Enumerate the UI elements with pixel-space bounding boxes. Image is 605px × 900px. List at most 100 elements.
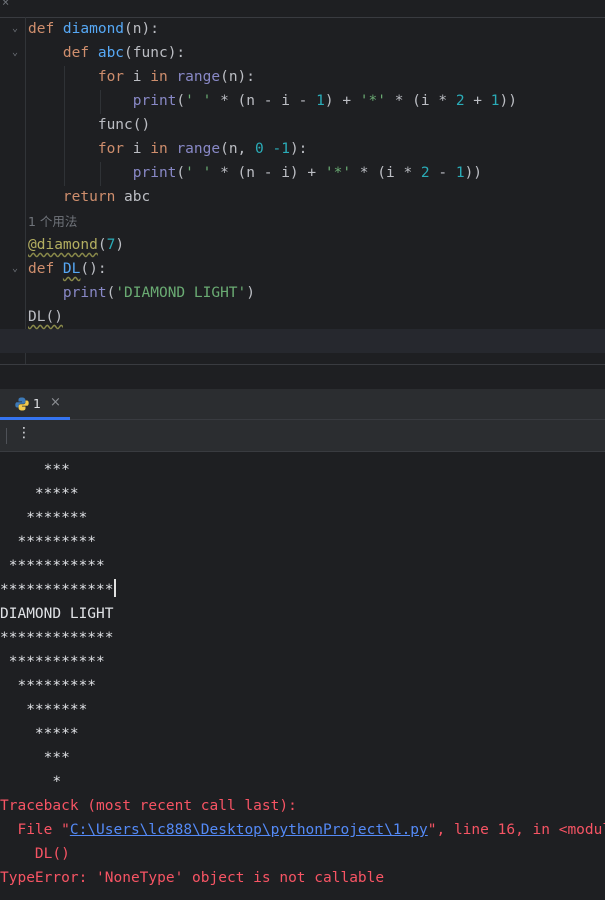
code-line-print[interactable]: print('DIAMOND LIGHT') <box>28 281 255 305</box>
code-token: 1 <box>455 165 465 181</box>
traceback-header: Traceback (most recent call last): <box>0 798 297 814</box>
code-token: range <box>176 69 221 85</box>
code-line[interactable]: print(' ' * (n - i) + '*' * (i * 2 - 1)) <box>28 161 482 185</box>
file-path-link[interactable]: C:\Users\lc888\Desktop\pythonProject\1.p… <box>70 822 428 838</box>
code-token: ( <box>176 93 186 109</box>
code-token: i <box>132 69 151 85</box>
more-options-icon[interactable]: ⋮ <box>17 425 31 441</box>
code-token: )) <box>499 93 517 109</box>
code-token: for <box>97 69 133 85</box>
code-token: (n, <box>220 141 256 157</box>
code-line[interactable]: func() <box>28 113 150 137</box>
tab-label: 1 <box>33 396 41 411</box>
code-token: in <box>150 69 177 85</box>
code-token: range <box>176 141 221 157</box>
code-token: abc <box>97 45 125 61</box>
code-token: print <box>132 93 177 109</box>
code-token: - <box>438 165 456 181</box>
output-line: ***** <box>0 726 79 742</box>
run-tabbar: 1 × <box>0 389 605 420</box>
code-line[interactable]: print(' ' * (n - i - 1) + '*' * (i * 2 +… <box>28 89 517 113</box>
editor-top-border: × <box>0 0 605 18</box>
code-line[interactable]: return abc <box>28 185 150 209</box>
code-line-def-dl[interactable]: def DL(): <box>28 257 107 281</box>
code-token: def <box>28 21 63 37</box>
fold-chevron-icon[interactable]: ⌄ <box>12 48 22 58</box>
output-line: ********* <box>0 534 97 550</box>
code-token: * (i * <box>394 93 456 109</box>
code-token: 2 <box>420 165 430 181</box>
code-token: ( <box>97 237 107 253</box>
code-line-decorator[interactable]: @diamond(7) <box>28 233 124 257</box>
output-line: ************* <box>0 578 116 602</box>
output-line: ***** <box>0 486 79 502</box>
code-token: + <box>473 93 491 109</box>
panel-splitter[interactable] <box>0 364 605 390</box>
traceback-code: DL() <box>0 846 70 862</box>
output-line: ********* <box>0 678 97 694</box>
usage-hint[interactable]: 1 个用法 <box>28 212 77 232</box>
code-token: abc <box>124 189 151 205</box>
code-token: @diamond <box>28 237 98 253</box>
fold-chevron-icon[interactable]: ⌄ <box>12 24 22 34</box>
code-token: 2 <box>455 93 465 109</box>
code-token: (n): <box>124 21 159 37</box>
output-line: DIAMOND LIGHT <box>0 606 114 622</box>
code-token: (func): <box>124 45 186 61</box>
output-line: *** <box>0 750 70 766</box>
text-caret <box>113 579 116 597</box>
run-panel: 1 × ⋮ *** ***** ******* ********* ******… <box>0 389 605 900</box>
gutter-divider <box>25 17 26 364</box>
python-icon <box>15 397 29 411</box>
code-line-call[interactable]: DL() <box>28 305 63 329</box>
code-token: def <box>28 261 63 277</box>
code-token: ( <box>106 285 116 301</box>
code-token: def <box>62 45 98 61</box>
code-token: )) <box>464 165 483 181</box>
run-toolbar: ⋮ <box>0 420 605 452</box>
code-editor[interactable]: × ⌄ ⌄ ⌄ def diamond(n): def abc(func): f… <box>0 0 605 364</box>
tab-close-icon[interactable]: × <box>50 395 61 410</box>
code-token: '*' <box>324 165 352 181</box>
code-token: 'DIAMOND LIGHT' <box>115 285 247 301</box>
code-token: in <box>150 141 177 157</box>
code-token: 1 <box>490 93 500 109</box>
code-token: ) + <box>324 93 360 109</box>
code-token: * (i * <box>359 165 421 181</box>
output-line: * <box>0 774 62 790</box>
code-token: (n): <box>220 69 256 85</box>
code-token: (): <box>80 261 107 277</box>
output-line: ******* <box>0 510 88 526</box>
code-line[interactable]: def diamond(n): <box>28 17 159 41</box>
tab-run-1[interactable]: 1 × <box>0 389 72 420</box>
output-line: ************* <box>0 630 114 646</box>
code-token: ' ' <box>185 165 212 181</box>
code-token: print <box>62 285 107 301</box>
code-token: print <box>132 165 177 181</box>
code-token: DL <box>62 261 81 277</box>
code-token: for <box>97 141 133 157</box>
code-token: diamond <box>62 21 125 37</box>
call-text: DL() <box>28 309 63 325</box>
code-token: i <box>132 141 151 157</box>
code-line[interactable]: def abc(func): <box>28 41 185 65</box>
close-icon[interactable]: × <box>2 0 9 9</box>
error-message: TypeError: 'NoneType' object is not call… <box>0 870 385 886</box>
code-line[interactable]: for i in range(n, 0 -1): <box>28 137 308 161</box>
output-line: *** <box>0 462 70 478</box>
output-line: *********** <box>0 558 105 574</box>
code-line[interactable]: for i in range(n): <box>28 65 255 89</box>
code-token: ' ' <box>185 93 212 109</box>
fold-chevron-icon[interactable]: ⌄ <box>12 264 22 274</box>
